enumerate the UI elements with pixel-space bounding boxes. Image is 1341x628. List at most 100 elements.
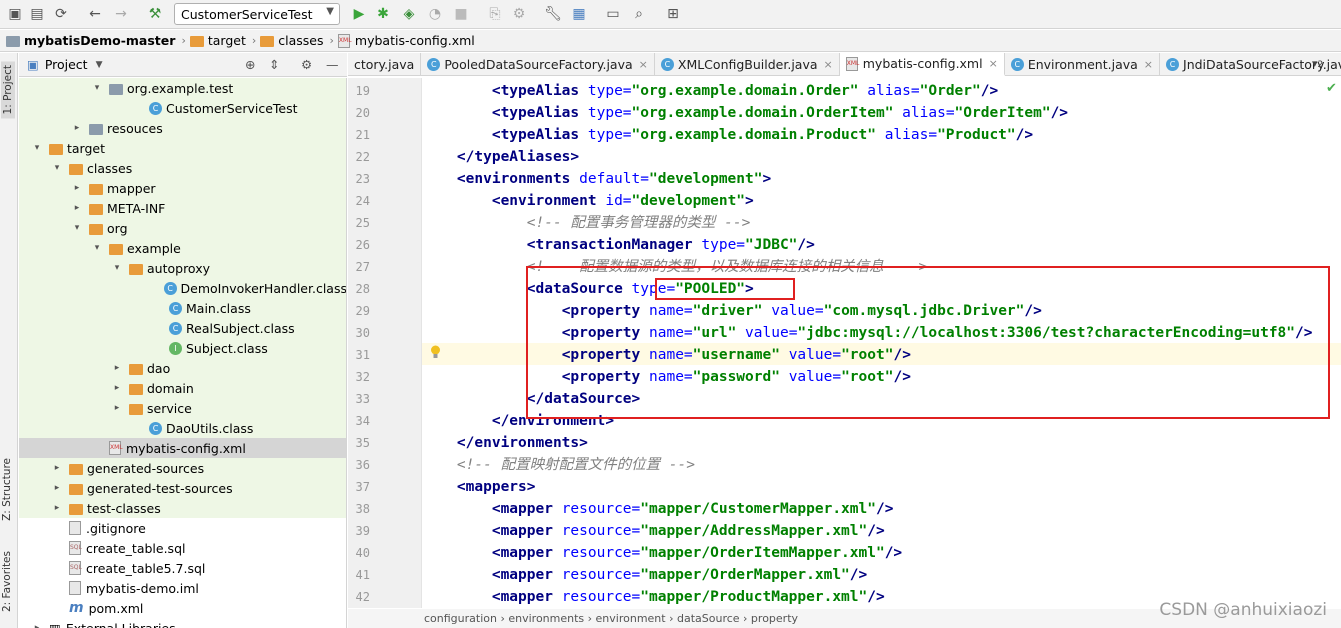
tree-item[interactable]: ▸ resouces	[19, 118, 346, 138]
chevron-right-icon[interactable]: ▸	[71, 183, 83, 193]
tree-item[interactable]: C DemoInvokerHandler.class	[19, 278, 346, 298]
code-line[interactable]: <transactionManager type="JDBC"/>	[422, 234, 815, 256]
breadcrumb-item-file[interactable]: XML mybatis-config.xml	[337, 33, 475, 48]
chevron-right-icon[interactable]: ▸	[111, 403, 123, 413]
code-line[interactable]: <mapper resource="mapper/OrderMapper.xml…	[422, 564, 867, 586]
code-line[interactable]: <mapper resource="mapper/CustomerMapper.…	[422, 498, 894, 520]
settings-wrench-icon[interactable]: 🔧︎	[544, 5, 562, 23]
stop-icon[interactable]: ■	[452, 5, 470, 23]
tree-item[interactable]: ▾ autoproxy	[19, 258, 346, 278]
tree-item[interactable]: ▸ ▥ External Libraries	[19, 618, 346, 628]
project-structure-icon[interactable]: ▦	[570, 5, 588, 23]
tree-item[interactable]: ▸ generated-test-sources	[19, 478, 346, 498]
code-line[interactable]: <mapper resource="mapper/ProductMapper.x…	[422, 586, 885, 608]
tree-item[interactable]: ▾ org	[19, 218, 346, 238]
close-icon[interactable]: ×	[989, 57, 998, 70]
chevron-down-icon[interactable]: ▾	[111, 263, 123, 273]
tree-item[interactable]: mybatis-demo.iml	[19, 578, 346, 598]
tree-item[interactable]: ▾ target	[19, 138, 346, 158]
chevron-down-icon[interactable]: ▾	[31, 143, 43, 153]
tree-item[interactable]: C CustomerServiceTest	[19, 98, 346, 118]
editor-tab[interactable]: XML mybatis-config.xml ×	[839, 53, 1005, 76]
run-configuration-select[interactable]: CustomerServiceTest ▼	[174, 3, 340, 25]
chevron-right-icon[interactable]: ▸	[111, 363, 123, 373]
tree-item[interactable]: ▸ domain	[19, 378, 346, 398]
sdk-icon[interactable]: ⊞	[664, 5, 682, 23]
vcs-update-icon[interactable]: ⚙	[510, 5, 528, 23]
tree-item[interactable]: ▸ META-INF	[19, 198, 346, 218]
chevron-right-icon[interactable]: ▸	[51, 463, 63, 473]
tree-item[interactable]: ▸ dao	[19, 358, 346, 378]
code-line[interactable]: <environment id="development">	[422, 190, 754, 212]
forward-icon[interactable]: →	[112, 5, 130, 23]
tree-item[interactable]: ▸ service	[19, 398, 346, 418]
project-view-select[interactable]: Project	[45, 57, 88, 72]
breadcrumb-item-target[interactable]: target	[189, 33, 246, 48]
terminal-icon[interactable]: ▭	[604, 5, 622, 23]
chevron-right-icon[interactable]: ▸	[51, 503, 63, 513]
breadcrumb-item-project[interactable]: mybatisDemo-master	[6, 33, 175, 48]
structure-tool-tab[interactable]: Z: Structure	[1, 458, 13, 521]
profile-icon[interactable]: ◔	[426, 5, 444, 23]
chevron-down-icon[interactable]: ▾	[91, 243, 103, 253]
tree-item[interactable]: ▾ example	[19, 238, 346, 258]
code-line[interactable]: <typeAlias type="org.example.domain.Orde…	[422, 80, 998, 102]
project-tool-tab[interactable]: 1: Project	[1, 61, 15, 119]
editor-tab[interactable]: C PooledDataSourceFactory.java ×	[421, 53, 655, 76]
chevron-down-icon[interactable]: ▾	[71, 223, 83, 233]
gear-icon[interactable]: ⚙	[301, 57, 312, 72]
tree-item[interactable]: C Main.class	[19, 298, 346, 318]
tree-item[interactable]: ▸ generated-sources	[19, 458, 346, 478]
close-icon[interactable]: ×	[824, 58, 833, 71]
tree-item[interactable]: ▸ test-classes	[19, 498, 346, 518]
debug-icon[interactable]: ✱	[374, 5, 392, 23]
tree-item[interactable]: ▸ mapper	[19, 178, 346, 198]
chevron-right-icon[interactable]: ▸	[71, 203, 83, 213]
open-icon[interactable]: ▣	[6, 5, 24, 23]
chevron-right-icon[interactable]: ▸	[51, 483, 63, 493]
tree-item[interactable]: m pom.xml	[19, 598, 346, 618]
sync-icon[interactable]: ⟳	[52, 5, 70, 23]
collapse-icon[interactable]: ⇕	[269, 57, 279, 72]
build-hammer-icon[interactable]: ⚒	[146, 5, 164, 23]
chevron-right-icon[interactable]: ▸	[31, 623, 43, 628]
code-line[interactable]: <!-- 配置映射配置文件的位置 -->	[422, 454, 695, 476]
code-line[interactable]: <typeAlias type="org.example.domain.Prod…	[422, 124, 1033, 146]
code-line[interactable]: <mapper resource="mapper/AddressMapper.x…	[422, 520, 885, 542]
editor-tab[interactable]: C Environment.java ×	[1005, 53, 1161, 76]
tree-item[interactable]: .gitignore	[19, 518, 346, 538]
close-icon[interactable]: ×	[1144, 58, 1153, 71]
back-icon[interactable]: ←	[86, 5, 104, 23]
search-icon[interactable]: ⌕	[630, 5, 648, 23]
tree-item[interactable]: ▾ org.example.test	[19, 78, 346, 98]
tree-item[interactable]: C DaoUtils.class	[19, 418, 346, 438]
tree-item[interactable]: XML mybatis-config.xml	[19, 438, 346, 458]
code-line[interactable]: </environments>	[422, 432, 588, 454]
code-line[interactable]: <environments default="development">	[422, 168, 771, 190]
tree-item[interactable]: SQL create_table.sql	[19, 538, 346, 558]
chevron-down-icon[interactable]: ▾	[91, 83, 103, 93]
minimize-icon[interactable]: —	[326, 57, 339, 72]
editor-tab[interactable]: C XMLConfigBuilder.java ×	[655, 53, 840, 76]
vcs-icon[interactable]: ⎘	[486, 5, 504, 23]
code-line[interactable]: <mappers>	[422, 476, 536, 498]
tab-overflow[interactable]: ▾2	[1312, 57, 1323, 70]
lightbulb-icon[interactable]	[430, 345, 441, 359]
save-icon[interactable]: ▤	[28, 5, 46, 23]
favorites-tool-tab[interactable]: 2: Favorites	[1, 551, 13, 612]
chevron-right-icon[interactable]: ▸	[111, 383, 123, 393]
chevron-right-icon[interactable]: ▸	[71, 123, 83, 133]
tree-item[interactable]: I Subject.class	[19, 338, 346, 358]
code-line[interactable]: <mapper resource="mapper/OrderItemMapper…	[422, 542, 902, 564]
code-line[interactable]: </typeAliases>	[422, 146, 579, 168]
locate-icon[interactable]: ⊕	[245, 57, 255, 72]
tree-item[interactable]: SQL create_table5.7.sql	[19, 558, 346, 578]
run-icon[interactable]: ▶	[350, 5, 368, 23]
tree-item[interactable]: ▾ classes	[19, 158, 346, 178]
editor-tab[interactable]: ctory.java	[348, 53, 422, 76]
chevron-down-icon[interactable]: ▼	[96, 60, 103, 70]
code-line[interactable]: <!-- 配置事务管理器的类型 -->	[422, 212, 751, 234]
coverage-icon[interactable]: ◈	[400, 5, 418, 23]
close-icon[interactable]: ×	[639, 58, 648, 71]
code-line[interactable]: <typeAlias type="org.example.domain.Orde…	[422, 102, 1068, 124]
